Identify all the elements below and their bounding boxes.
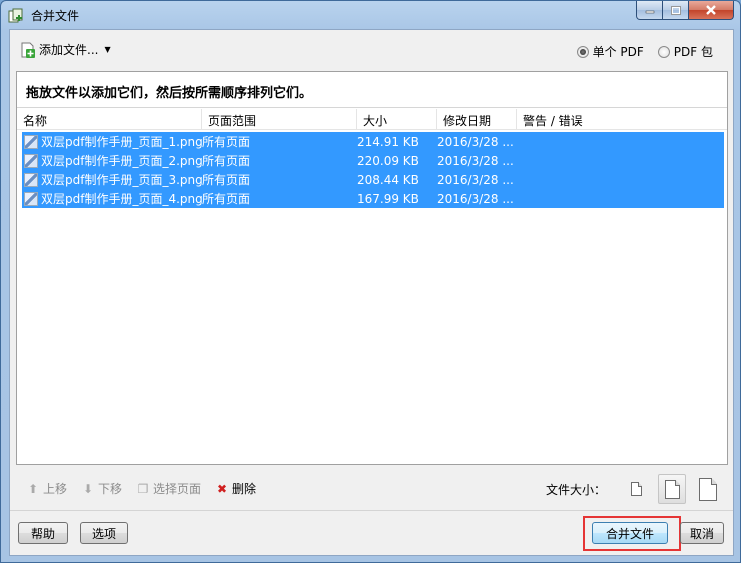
medium-page-icon — [664, 479, 680, 499]
arrow-up-icon: ⬆ — [27, 481, 39, 496]
file-page-range: 所有页面 — [202, 154, 251, 168]
radio-pdf-portfolio[interactable]: PDF 包 — [657, 43, 713, 60]
delete-label: 删除 — [232, 482, 257, 496]
drop-instruction: 拖放文件以添加它们，然后按所需顺序排列它们。 — [17, 72, 727, 108]
file-list-header: 名称 页面范围 大小 修改日期 警告 / 错误 — [17, 109, 727, 130]
file-size-small-button[interactable] — [622, 474, 650, 504]
window-controls — [636, 1, 734, 21]
file-size: 208.44 KB — [357, 172, 419, 187]
file-name: 双层pdf制作手册_页面_4.png — [41, 192, 202, 206]
file-page-range: 所有页面 — [202, 135, 251, 149]
table-row[interactable]: 双层pdf制作手册_页面_4.png 所有页面 167.99 KB 2016/3… — [22, 189, 724, 208]
add-file-icon — [21, 42, 35, 58]
large-page-icon — [699, 477, 717, 501]
radio-pdf-portfolio-label: PDF 包 — [673, 45, 713, 59]
close-icon — [706, 5, 716, 15]
column-header-name[interactable]: 名称 — [17, 109, 202, 129]
file-size-selector: 文件大小： — [546, 474, 722, 504]
move-up-button[interactable]: ⬆ 上移 — [26, 480, 67, 497]
column-header-page-range[interactable]: 页面范围 — [202, 109, 357, 129]
file-size: 214.91 KB — [357, 134, 419, 149]
file-size-large-button[interactable] — [694, 474, 722, 504]
file-list-panel[interactable]: 拖放文件以添加它们，然后按所需顺序排列它们。 名称 页面范围 大小 修改日期 警… — [16, 71, 728, 465]
radio-pdf-portfolio-indicator[interactable] — [657, 45, 670, 58]
top-toolbar: 添加文件... ▼ 单个 PDF PDF 包 — [10, 30, 733, 70]
file-page-range: 所有页面 — [202, 173, 251, 187]
dialog-content: 添加文件... ▼ 单个 PDF PDF 包 拖放文件以添加它们，然后按所需顺序… — [9, 29, 734, 556]
combine-files-window: 合并文件 添加文件... ▼ 单个 PDF PDF 包 拖放文件以添加它们，然后… — [0, 0, 741, 563]
list-actions: ⬆ 上移 ⬇ 下移 ❐ 选择页面 ✖ 删除 — [26, 480, 256, 497]
column-header-modified-date[interactable]: 修改日期 — [437, 109, 517, 129]
file-modified-date: 2016/3/28 ... — [437, 172, 514, 187]
small-page-icon — [630, 482, 642, 496]
options-button[interactable]: 选项 — [80, 522, 128, 544]
add-files-button[interactable]: 添加文件... ▼ — [20, 41, 111, 58]
choose-pages-button[interactable]: ❐ 选择页面 — [136, 480, 201, 497]
file-size: 220.09 KB — [357, 153, 419, 168]
list-actions-bar: ⬆ 上移 ⬇ 下移 ❐ 选择页面 ✖ 删除 文件大小： — [16, 468, 728, 508]
title-bar[interactable]: 合并文件 — [1, 1, 740, 29]
table-row[interactable]: 双层pdf制作手册_页面_3.png 所有页面 208.44 KB 2016/3… — [22, 170, 724, 189]
image-file-icon — [24, 134, 38, 149]
file-page-range: 所有页面 — [202, 192, 251, 206]
radio-single-pdf[interactable]: 单个 PDF — [576, 43, 644, 60]
arrow-down-icon: ⬇ — [82, 481, 94, 496]
radio-single-pdf-indicator[interactable] — [576, 45, 589, 58]
move-down-label: 下移 — [98, 482, 123, 496]
help-button[interactable]: 帮助 — [18, 522, 68, 544]
table-row[interactable]: 双层pdf制作手册_页面_2.png 所有页面 220.09 KB 2016/3… — [22, 151, 724, 170]
file-size-label: 文件大小： — [545, 482, 606, 497]
image-file-icon — [24, 191, 38, 206]
move-up-label: 上移 — [43, 482, 68, 496]
file-modified-date: 2016/3/28 ... — [437, 191, 514, 206]
choose-pages-label: 选择页面 — [153, 482, 202, 496]
file-name: 双层pdf制作手册_页面_1.png — [41, 135, 202, 149]
file-name: 双层pdf制作手册_页面_2.png — [41, 154, 202, 168]
combine-files-button[interactable]: 合并文件 — [592, 522, 668, 544]
maximize-icon — [670, 5, 681, 15]
combine-files-app-icon — [8, 8, 23, 23]
add-files-label: 添加文件... — [39, 43, 99, 57]
file-name: 双层pdf制作手册_页面_3.png — [41, 173, 202, 187]
column-header-size[interactable]: 大小 — [357, 109, 437, 129]
chevron-down-icon: ▼ — [104, 45, 111, 54]
table-row[interactable]: 双层pdf制作手册_页面_1.png 所有页面 214.91 KB 2016/3… — [22, 132, 724, 151]
minimize-icon — [645, 10, 654, 14]
delete-x-icon: ✖ — [217, 481, 228, 496]
footer-divider — [10, 510, 733, 511]
column-header-warnings[interactable]: 警告 / 错误 — [517, 109, 727, 129]
radio-single-pdf-label: 单个 PDF — [592, 45, 644, 59]
cancel-button[interactable]: 取消 — [680, 522, 724, 544]
file-size-default-button[interactable] — [658, 474, 686, 504]
file-modified-date: 2016/3/28 ... — [437, 153, 514, 168]
output-mode-group: 单个 PDF PDF 包 — [576, 43, 713, 60]
minimize-button[interactable] — [636, 1, 663, 20]
delete-button[interactable]: ✖ 删除 — [215, 480, 256, 497]
image-file-icon — [24, 172, 38, 187]
window-title: 合并文件 — [31, 9, 80, 23]
file-size: 167.99 KB — [357, 191, 419, 206]
close-button[interactable] — [689, 1, 734, 20]
pages-icon: ❐ — [137, 481, 149, 496]
move-down-button[interactable]: ⬇ 下移 — [81, 480, 122, 497]
file-rows: 双层pdf制作手册_页面_1.png 所有页面 214.91 KB 2016/3… — [22, 132, 724, 208]
file-modified-date: 2016/3/28 ... — [437, 134, 514, 149]
maximize-button[interactable] — [663, 1, 689, 20]
image-file-icon — [24, 153, 38, 168]
